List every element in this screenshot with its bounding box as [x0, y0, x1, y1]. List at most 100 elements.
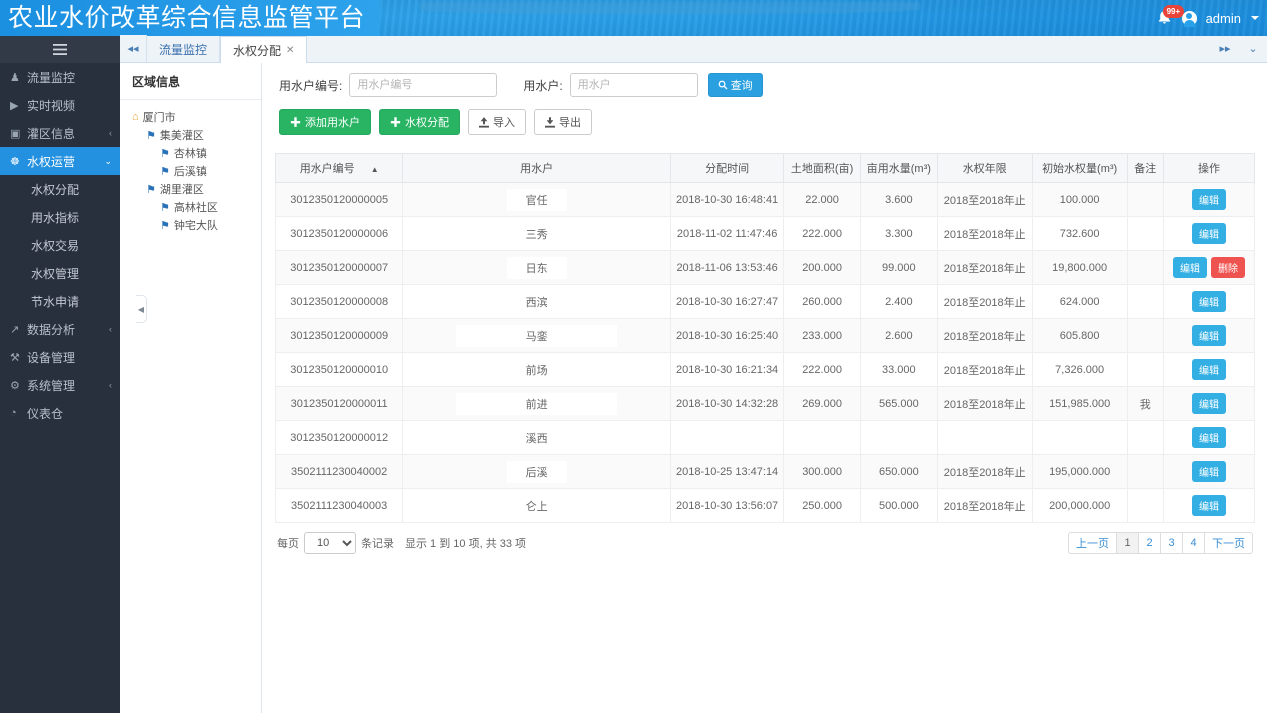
tab-scroll-left-button[interactable]: ◂◂	[120, 35, 147, 62]
table-row[interactable]: 3012350120000010 前场 2018-10-30 16:21:34 222…	[274, 352, 1256, 387]
cell-per: 650.000	[859, 454, 938, 489]
tree-node-2[interactable]: ⚑ 集美灌区	[120, 126, 261, 144]
page-size-select[interactable]: 102550100	[304, 532, 356, 554]
tree-node-6[interactable]: ⚑ 高林社区	[120, 198, 261, 216]
avatar[interactable]	[1181, 10, 1197, 27]
pagination-next-button[interactable]: 下一页	[1204, 532, 1253, 554]
table-header-per[interactable]: 亩用水量(m³)	[859, 153, 938, 183]
tree-node-3[interactable]: ⚑ 杏林镇	[120, 144, 261, 162]
table-header-ops[interactable]: 操作	[1162, 153, 1256, 183]
table-header-time[interactable]: 分配时间	[670, 153, 785, 183]
sidebar-menu: ♟ 流量监控 ▶ 实时视频 ▣ 灌区信息 ‹ ☸ 水权运营 ⌄ 水权分配 用水指标 水权交易 水权管理 节水…	[0, 63, 120, 427]
cell-area: 222.000	[783, 216, 861, 251]
table-header-area[interactable]: 土地面积(亩)	[783, 153, 861, 183]
table-header-label: 备注	[1134, 163, 1157, 175]
edit-button[interactable]: 编辑	[1172, 257, 1207, 278]
table-header-years[interactable]: 水权年限	[936, 153, 1033, 183]
cell-per: 2.400	[859, 284, 938, 319]
table-row[interactable]: 3012350120000005 官任 2018-10-30 16:48:41 22.…	[274, 182, 1256, 217]
sidebar-item-4[interactable]: ☸ 水权运营 ⌄	[0, 147, 120, 175]
table-header-label: 亩用水量(m³)	[866, 163, 931, 175]
map-pin-icon: ⚑	[146, 183, 156, 196]
cell-name: 前场	[402, 352, 672, 387]
gears-icon: ⚙	[10, 379, 20, 392]
sidebar-item-3[interactable]: ▣ 灌区信息 ‹	[0, 119, 120, 147]
sidebar-subitem-5[interactable]: 节水申请	[0, 287, 120, 315]
tab-scroll-right-button[interactable]: ▸▸	[1211, 35, 1239, 62]
table-header-name[interactable]: 用水户	[402, 153, 672, 183]
sidebar-item-2[interactable]: ▶ 实时视频	[0, 91, 120, 119]
sidebar-item-8[interactable]: ◔ 仪表仓	[0, 399, 120, 427]
allocate-water-right-button[interactable]: ✚ 水权分配	[379, 109, 460, 135]
sidebar-item-label: 水权运营	[27, 154, 76, 169]
add-user-button-label: 添加用水户	[305, 117, 360, 129]
tree-panel-collapse-handle[interactable]: ◀	[136, 295, 147, 323]
table-row[interactable]: 3502111230040002 后溪 2018-10-25 13:47:14 300…	[274, 454, 1256, 489]
pagination-page-3[interactable]: 3	[1160, 532, 1182, 554]
close-icon[interactable]: ✕	[286, 45, 294, 56]
table-header-row: 用水户编号 ▲ 用水户 分配时间 土地面积(亩) 亩用水量(m³) 水权年限 初始水权量(m³…	[274, 153, 1256, 183]
table-row[interactable]: 3012350120000006 三秀 2018-11-02 11:47:46 222…	[274, 216, 1256, 251]
edit-button[interactable]: 编辑	[1191, 189, 1226, 210]
add-user-button[interactable]: ✚ 添加用水户	[279, 109, 371, 135]
table-row[interactable]: 3012350120000011 前进 2018-10-30 14:32:28 269…	[274, 386, 1256, 421]
sidebar-item-7[interactable]: ⚙ 系统管理 ‹	[0, 371, 120, 399]
cell-name: 三秀	[402, 216, 672, 251]
cell-time: 2018-10-30 14:32:28	[670, 386, 785, 421]
tab-2[interactable]: 水权分配 ✕	[220, 36, 308, 63]
table-row[interactable]: 3012350120000008 西滨 2018-10-30 16:27:47 260…	[274, 284, 1256, 319]
export-button[interactable]: 导出	[534, 109, 592, 135]
sidebar-item-6[interactable]: ⚒ 设备管理	[0, 343, 120, 371]
table-header-code[interactable]: 用水户编号 ▲	[274, 153, 404, 183]
pagination-page-4[interactable]: 4	[1182, 532, 1204, 554]
cell-init: 624.000	[1031, 284, 1128, 319]
edit-button[interactable]: 编辑	[1191, 427, 1226, 448]
edit-button[interactable]: 编辑	[1191, 223, 1226, 244]
user-menu-label[interactable]: admin	[1206, 11, 1241, 26]
cell-time: 2018-10-25 13:47:14	[670, 454, 785, 489]
cell-code: 3012350120000005	[274, 182, 404, 217]
edit-button[interactable]: 编辑	[1191, 461, 1226, 482]
app-root: 农业水价改革综合信息监管平台 99+ admin ♟ 流量监控 ▶ 实时视频 ▣ 灌区信息…	[0, 0, 1267, 713]
table-header-init[interactable]: 初始水权量(m³)	[1031, 153, 1128, 183]
sort-ascending-icon[interactable]: ▲	[371, 165, 379, 174]
edit-button[interactable]: 编辑	[1191, 359, 1226, 380]
sidebar-subitem-2[interactable]: 用水指标	[0, 203, 120, 231]
pagination-page-2[interactable]: 2	[1138, 532, 1160, 554]
edit-button[interactable]: 编辑	[1191, 393, 1226, 414]
cell-init: 732.600	[1031, 216, 1128, 251]
edit-button[interactable]: 编辑	[1191, 291, 1226, 312]
tree-node-1[interactable]: ⌂ 厦门市	[120, 108, 261, 126]
pagination-prev-button[interactable]: 上一页	[1068, 532, 1116, 554]
import-button[interactable]: 导入	[468, 109, 526, 135]
search-button[interactable]: 查询	[707, 73, 763, 97]
table-header-remark[interactable]: 备注	[1126, 153, 1164, 183]
edit-button[interactable]: 编辑	[1191, 325, 1226, 346]
table-row[interactable]: 3012350120000009 马銮 2018-10-30 16:25:40 233…	[274, 318, 1256, 353]
user-name-input[interactable]	[569, 73, 698, 97]
sidebar-subitem-1[interactable]: 水权分配	[0, 175, 120, 203]
tree-node-label: 湖里灌区	[159, 184, 204, 196]
chevron-down-icon[interactable]	[1251, 16, 1259, 20]
table-row[interactable]: 3012350120000007 日东 2018-11-06 13:53:46 200…	[274, 250, 1256, 285]
tab-dropdown-button[interactable]: ⌄	[1239, 35, 1267, 62]
tree-node-5[interactable]: ⚑ 湖里灌区	[120, 180, 261, 198]
tree-node-7[interactable]: ⚑ 钟宅大队	[120, 216, 261, 234]
edit-button[interactable]: 编辑	[1191, 495, 1226, 516]
sidebar-collapse-button[interactable]	[0, 36, 120, 63]
table-row[interactable]: 3502111230040003 仑上 2018-10-30 13:56:07 250…	[274, 488, 1256, 523]
tree-node-4[interactable]: ⚑ 后溪镇	[120, 162, 261, 180]
bell-icon[interactable]: 99+	[1156, 5, 1185, 28]
image-icon: ▣	[10, 127, 21, 140]
sidebar-subitem-4[interactable]: 水权管理	[0, 259, 120, 287]
sidebar-item-label: 数据分析	[27, 322, 76, 337]
user-code-input[interactable]	[349, 73, 498, 97]
tree-node-label: 集美灌区	[159, 130, 204, 142]
pagination-page-1[interactable]: 1	[1116, 532, 1138, 554]
sidebar-item-5[interactable]: ↗ 数据分析 ‹	[0, 315, 120, 343]
delete-button[interactable]: 删除	[1210, 257, 1245, 278]
sidebar-item-1[interactable]: ♟ 流量监控	[0, 63, 120, 91]
sidebar-subitem-3[interactable]: 水权交易	[0, 231, 120, 259]
table-row[interactable]: 3012350120000012 溪西 编辑	[274, 420, 1256, 455]
tab-1[interactable]: 流量监控	[147, 36, 221, 62]
